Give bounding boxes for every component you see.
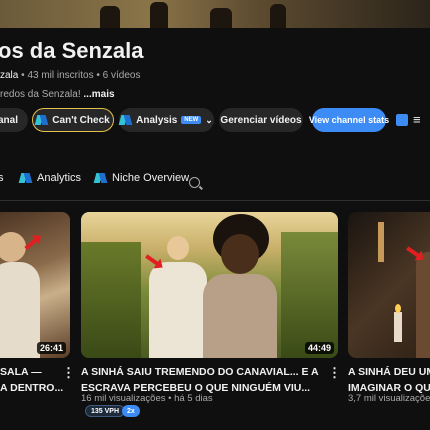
button-label: anal	[0, 114, 18, 126]
tab-label: Analytics	[37, 172, 82, 184]
video-title[interactable]: SALA —	[0, 364, 42, 380]
thumbnail-candle	[394, 312, 402, 342]
manage-videos-button[interactable]: Gerenciar vídeos	[219, 108, 303, 132]
channel-meta: zala • 43 mil inscritos • 6 vídeos	[0, 70, 140, 81]
more-link[interactable]: ...mais	[83, 89, 114, 100]
view-count: 3,7 mil visualizações	[348, 393, 430, 404]
channel-action-row: anal Can't Check Analysis NEW ⌄ Gerencia…	[0, 108, 430, 132]
channel-banner	[0, 0, 430, 28]
customize-channel-button[interactable]: anal	[0, 108, 28, 132]
thumbnail-figure	[0, 232, 26, 262]
cant-check-button[interactable]: Can't Check	[32, 108, 114, 132]
video-count: 6 vídeos	[102, 70, 141, 81]
upload-age: há 5 dias	[174, 393, 213, 404]
red-arrow-icon	[406, 246, 420, 258]
candle-flame-icon	[395, 304, 401, 313]
meta-separator: •	[21, 70, 25, 81]
view-count: 16 mil visualizações	[81, 393, 166, 404]
button-label: Gerenciar vídeos	[220, 114, 302, 126]
thumbnail-candle	[378, 222, 384, 262]
button-label: Analysis	[136, 114, 178, 126]
video-thumbnail[interactable]: 44:49	[81, 212, 338, 358]
thumbnail-figure	[167, 236, 189, 260]
video-title[interactable]: A SINHÁ SAIU TREMENDO DO CANAVIAL... E A	[81, 364, 319, 380]
channel-handle: zala	[0, 70, 19, 81]
tabs-divider	[0, 200, 430, 201]
vidiq-logo-icon	[95, 172, 107, 184]
video-duration: 44:49	[304, 342, 334, 354]
thumbnail-cane	[81, 242, 141, 358]
extension-icon[interactable]	[396, 114, 408, 126]
vph-badge: 135 VPH	[85, 405, 126, 417]
tab-partial[interactable]: s	[0, 172, 4, 184]
kebab-icon[interactable]: ⋮	[62, 365, 75, 381]
multiplier-badge: 2x	[122, 405, 140, 417]
channel-description[interactable]: redos da Senzala! ...mais	[0, 89, 115, 100]
menu-icon[interactable]: ≡	[413, 112, 421, 127]
meta-separator: •	[168, 393, 172, 404]
red-arrow-icon	[24, 237, 38, 251]
tab-analytics[interactable]: Analytics	[20, 172, 81, 184]
thumbnail-figure	[221, 234, 259, 274]
button-label: View channel stats	[308, 115, 390, 125]
search-icon[interactable]	[189, 177, 200, 188]
channel-title: os da Senzala	[0, 38, 144, 63]
thumbnail-cane	[281, 232, 338, 358]
analysis-button[interactable]: Analysis NEW ⌄	[119, 108, 214, 132]
video-thumbnail[interactable]: 26:41	[0, 212, 70, 358]
vidiq-logo-icon	[36, 114, 48, 126]
red-arrow-icon	[145, 254, 159, 266]
video-stats: 16 mil visualizações • há 5 dias	[81, 393, 213, 404]
video-duration: 26:41	[36, 342, 66, 354]
vidiq-logo-icon	[120, 114, 132, 126]
meta-separator: •	[96, 70, 100, 81]
tab-label: Niche Overview	[112, 172, 190, 184]
tab-label: s	[0, 172, 4, 184]
vidiq-logo-icon	[20, 172, 32, 184]
video-thumbnail[interactable]	[348, 212, 430, 358]
new-badge: NEW	[181, 116, 202, 124]
thumbnail-figure	[149, 262, 207, 358]
description-text: redos da Senzala!	[0, 89, 81, 100]
chevron-down-icon: ⌄	[205, 114, 213, 125]
video-title[interactable]: A SINHÁ DEU UM F	[348, 364, 430, 380]
thumbnail-figure	[203, 274, 277, 358]
tab-niche-overview[interactable]: Niche Overview	[95, 172, 189, 184]
video-title[interactable]: A DENTRO...	[0, 380, 63, 396]
channel-tabs: s Analytics Niche Overview	[0, 172, 430, 196]
kebab-icon[interactable]: ⋮	[328, 365, 341, 381]
button-label: Can't Check	[52, 114, 110, 126]
view-channel-stats-button[interactable]: View channel stats	[308, 108, 390, 132]
thumbnail-figure	[416, 252, 430, 358]
thumbnail-figure	[0, 262, 40, 358]
subscriber-count: 43 mil inscritos	[27, 70, 94, 81]
